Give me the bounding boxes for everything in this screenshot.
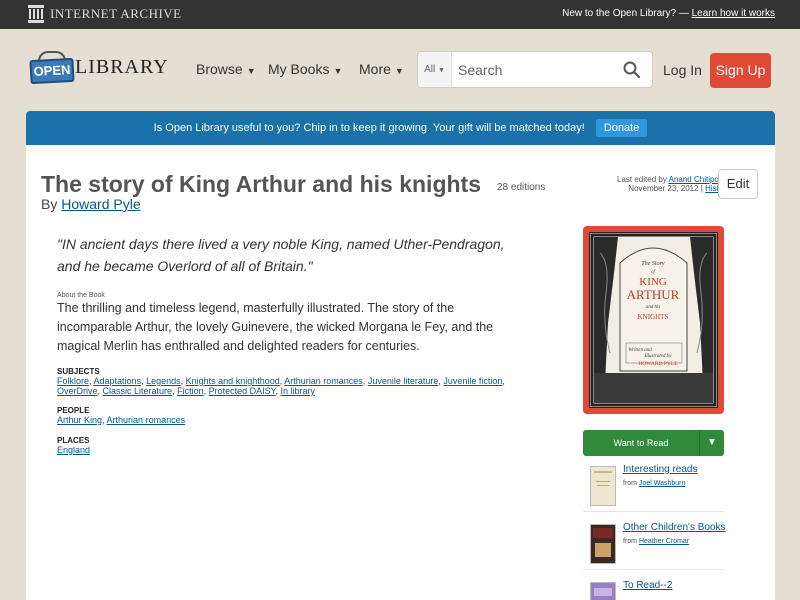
about-text: The thrilling and timeless legend, maste… [57, 301, 494, 353]
caret-down-icon: ▼ [437, 67, 445, 74]
people-heading: PEOPLE [57, 406, 90, 415]
subjects-heading: SUBJECTS [57, 367, 100, 376]
person-link[interactable]: Arthur King [57, 415, 102, 425]
subject-link[interactable]: Fiction [177, 386, 204, 396]
search-scope-label: All [424, 64, 436, 75]
list-thumbnail[interactable] [590, 466, 616, 506]
list-owner: from Heather Cromar [623, 538, 689, 545]
subject-link[interactable]: Arthurian romances [284, 376, 363, 386]
book-page-panel: The story of King Arthur and his knights… [26, 145, 775, 600]
about-label: About the Book [57, 292, 105, 299]
list-owner-link[interactable]: Heather Cromar [639, 538, 689, 545]
list-card: To Read--2 [583, 576, 724, 600]
open-library-logo[interactable]: OPEN LIBRARY [28, 49, 169, 89]
book-quote: "IN ancient days there lived a very nobl… [57, 236, 505, 274]
author-link[interactable]: Howard Pyle [61, 196, 140, 212]
list-name-link[interactable]: Interesting reads [623, 464, 698, 475]
subject-link[interactable]: Juvenile literature [368, 376, 439, 386]
caret-down-icon: ▼ [333, 66, 343, 76]
nav-my-books-label: My Books [268, 61, 330, 77]
signup-button[interactable]: Sign Up [710, 53, 771, 88]
subject-link[interactable]: Folklore [57, 376, 89, 386]
edit-prefix: Last edited by [617, 175, 667, 184]
ia-top-bar: Internet Archive New to the Open Library… [0, 0, 800, 29]
list-from-label: from [623, 480, 637, 487]
list-thumbnail[interactable] [590, 582, 616, 600]
subject-link[interactable]: In library [281, 386, 316, 396]
donate-banner: Is Open Library useful to you? Chip in t… [26, 111, 775, 145]
learn-how-link[interactable]: Learn how it works [692, 8, 775, 19]
list-thumbnail[interactable] [590, 524, 616, 564]
edit-date: November 23, 2012 | [628, 184, 703, 193]
places-heading: PLACES [57, 436, 90, 445]
cover-text: and his [646, 305, 661, 310]
cover-text: Written and [628, 348, 652, 353]
list-card: Other Children's Books from Heather Crom… [583, 518, 726, 570]
editions-count: 28 editions [497, 182, 546, 193]
want-to-read-control: Want to Read ▼ [583, 430, 724, 456]
ia-new-notice: New to the Open Library? — Learn how it … [562, 8, 775, 19]
logo-open-sign: OPEN [29, 57, 75, 85]
list-card: Interesting reads from Joel Washburn [583, 460, 724, 512]
subject-link[interactable]: Juvenile fiction [443, 376, 502, 386]
caret-down-icon: ▼ [707, 437, 717, 448]
subject-link[interactable]: Adaptations [94, 376, 142, 386]
people-list: Arthur King, Arthurian romances [57, 415, 186, 425]
search-icon[interactable] [623, 61, 640, 78]
last-edited-info: Last edited by Anand Chitipothu November… [550, 175, 730, 193]
login-link[interactable]: Log In [663, 62, 702, 78]
place-link[interactable]: England [57, 445, 90, 455]
nav-more[interactable]: More ▼ [359, 61, 404, 77]
book-title: The story of King Arthur and his knights [41, 171, 481, 197]
person-link[interactable]: Arthurian romances [107, 415, 186, 425]
subject-link[interactable]: Protected DAISY [209, 386, 276, 396]
cover-text: Illustrated by [644, 354, 673, 359]
cover-text: of [651, 270, 656, 275]
edit-button[interactable]: Edit [718, 169, 758, 199]
nav-browse[interactable]: Browse ▼ [196, 61, 256, 77]
list-from-label: from [623, 538, 637, 545]
ia-logo[interactable]: Internet Archive [28, 5, 182, 23]
byline: By Howard Pyle [41, 196, 141, 212]
nav-browse-label: Browse [196, 61, 243, 77]
site-header: OPEN LIBRARY Browse ▼ My Books ▼ More ▼ All… [0, 29, 800, 111]
nav-more-label: More [359, 61, 391, 77]
subjects-list: Folklore, Adaptations, Legends, Knights … [57, 376, 505, 396]
ia-new-text: New to the Open Library? — [562, 8, 689, 19]
places-list: England [57, 445, 507, 455]
ia-logo-text: Internet Archive [50, 6, 182, 21]
book-cover-image: The Story of KING ARTHUR and his KNIGHTS… [589, 232, 718, 408]
caret-down-icon: ▼ [246, 66, 256, 76]
list-name-link[interactable]: To Read--2 [623, 580, 672, 591]
logo-library-text: LIBRARY [75, 56, 169, 78]
ia-temple-icon [28, 5, 44, 23]
list-owner-link[interactable]: Joel Washburn [639, 480, 685, 487]
cover-text: ARTHUR [627, 287, 680, 302]
search-input[interactable] [458, 60, 618, 80]
caret-down-icon: ▼ [394, 66, 404, 76]
donate-message: Is Open Library useful to you? Chip in t… [153, 122, 585, 134]
want-to-read-dropdown[interactable]: ▼ [699, 430, 724, 456]
search-bar: All ▼ [417, 51, 653, 88]
subject-link[interactable]: OverDrive [57, 386, 98, 396]
donate-button[interactable]: Donate [595, 119, 648, 138]
cover-text: KNIGHTS [638, 313, 669, 321]
cover-text: The Story [641, 261, 665, 267]
subject-link[interactable]: Knights and knighthood [186, 376, 280, 386]
nav-my-books[interactable]: My Books ▼ [268, 61, 342, 77]
subject-link[interactable]: Classic Literature [103, 386, 173, 396]
want-to-read-button[interactable]: Want to Read [583, 430, 699, 456]
by-label: By [41, 196, 58, 212]
subject-link[interactable]: Legends [146, 376, 181, 386]
list-owner: from Joel Washburn [623, 480, 685, 487]
cover-text: HOWARD PYLE [638, 361, 678, 367]
search-scope-select[interactable]: All ▼ [418, 52, 452, 87]
book-cover-frame[interactable]: The Story of KING ARTHUR and his KNIGHTS… [583, 226, 724, 414]
list-name-link[interactable]: Other Children's Books [623, 522, 726, 533]
